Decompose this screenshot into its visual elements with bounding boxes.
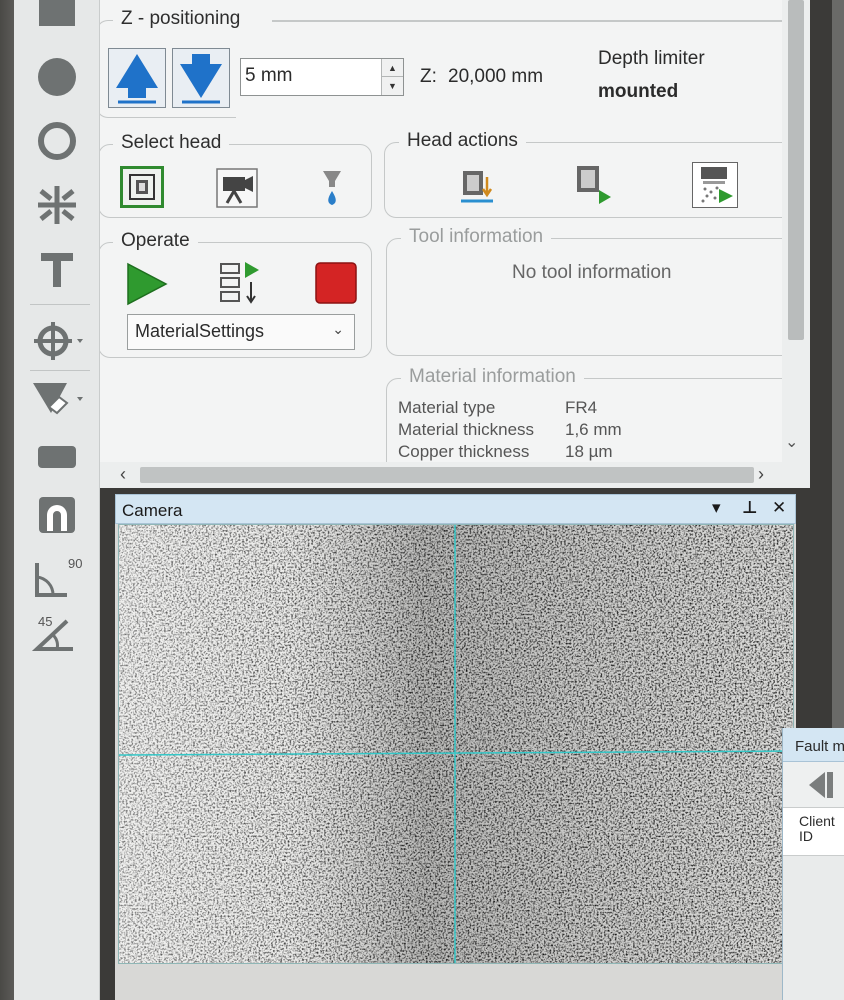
material-rows-clip: Material type FR4 Material thickness 1,6…: [0, 0, 810, 462]
horizontal-scroll-thumb[interactable]: [140, 467, 754, 483]
panel-vertical-scrollbar[interactable]: ⌄: [782, 0, 810, 462]
camera-title: Camera: [122, 501, 183, 520]
camera-image: [119, 525, 793, 963]
panel-horizontal-scrollbar[interactable]: ‹ ›: [100, 462, 810, 488]
scroll-left-icon[interactable]: ‹: [120, 464, 126, 485]
fault-window-header[interactable]: Fault m: [783, 728, 844, 762]
client-id-column: Client ID: [799, 813, 835, 844]
scroll-down-icon[interactable]: ⌄: [785, 432, 798, 452]
previous-icon[interactable]: [783, 762, 843, 808]
arc-tool[interactable]: [14, 492, 100, 538]
material-type-value: FR4: [565, 398, 598, 417]
fault-messages-window: Fault m Client ID: [782, 728, 844, 1000]
pin-icon[interactable]: ⊥: [742, 498, 758, 518]
copper-thickness-value: 18 µm: [565, 442, 613, 461]
angle-90-label: 90: [68, 556, 83, 571]
angle-45-tool[interactable]: 45: [14, 610, 100, 660]
window-menu-icon[interactable]: ▾: [712, 498, 721, 518]
arch-icon: [39, 497, 75, 533]
vertical-scroll-thumb[interactable]: [788, 0, 804, 340]
camera-feed[interactable]: [118, 524, 794, 964]
material-thickness-value: 1,6 mm: [565, 420, 622, 439]
angle-90-tool[interactable]: 90: [14, 554, 100, 604]
copper-thickness-label: Copper thickness: [398, 442, 530, 461]
angle-45-label: 45: [38, 614, 53, 629]
camera-window-header[interactable]: Camera ▾ ⊥ ✕: [115, 494, 796, 524]
fault-toolbar: [783, 762, 844, 808]
material-type-label: Material type: [398, 398, 496, 417]
fault-window-title: Fault m: [795, 738, 844, 755]
angle-45-icon: [31, 619, 73, 651]
fault-column-header[interactable]: Client ID: [783, 808, 844, 856]
scroll-right-icon[interactable]: ›: [758, 464, 764, 485]
close-icon[interactable]: ✕: [772, 498, 786, 518]
material-thickness-label: Material thickness: [398, 420, 535, 439]
